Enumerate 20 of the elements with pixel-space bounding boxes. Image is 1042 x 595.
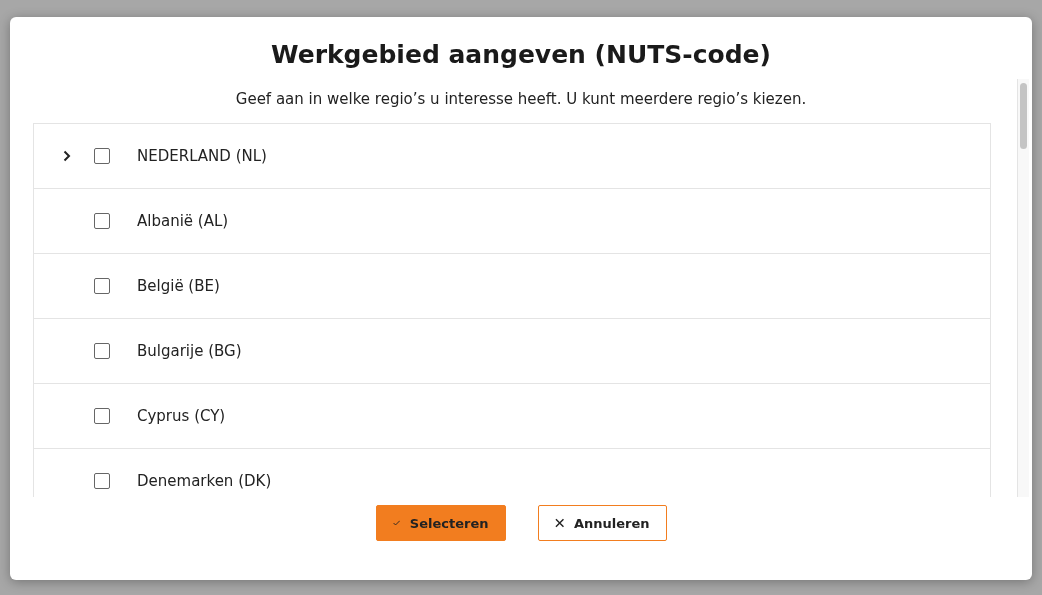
region-label: Albanië (AL) [137,212,229,230]
checkbox[interactable] [94,278,110,294]
scrollbar[interactable] [1017,79,1029,497]
region-label: Bulgarije (BG) [137,342,242,360]
checkbox[interactable] [94,408,110,424]
chevron-right-icon[interactable] [63,150,71,162]
close-icon [554,518,564,528]
select-button[interactable]: Selecteren [375,505,506,541]
checkbox[interactable] [94,213,110,229]
checkbox[interactable] [94,148,110,164]
region-label: Denemarken (DK) [137,472,272,490]
checkmark-icon [392,518,400,528]
checkbox[interactable] [94,473,110,489]
checkbox[interactable] [94,343,110,359]
region-label: NEDERLAND (NL) [137,147,267,165]
cancel-button[interactable]: Annuleren [537,505,667,541]
region-label: België (BE) [137,277,220,295]
dialog-subtitle: Geef aan in welke regio’s u interesse heeft. U kunt meerdere regio’s kiezen. [235,89,807,109]
dialog-title: Werkgebied aangeven (NUTS-code) [271,39,771,71]
region-label: Cyprus (CY) [137,407,226,425]
